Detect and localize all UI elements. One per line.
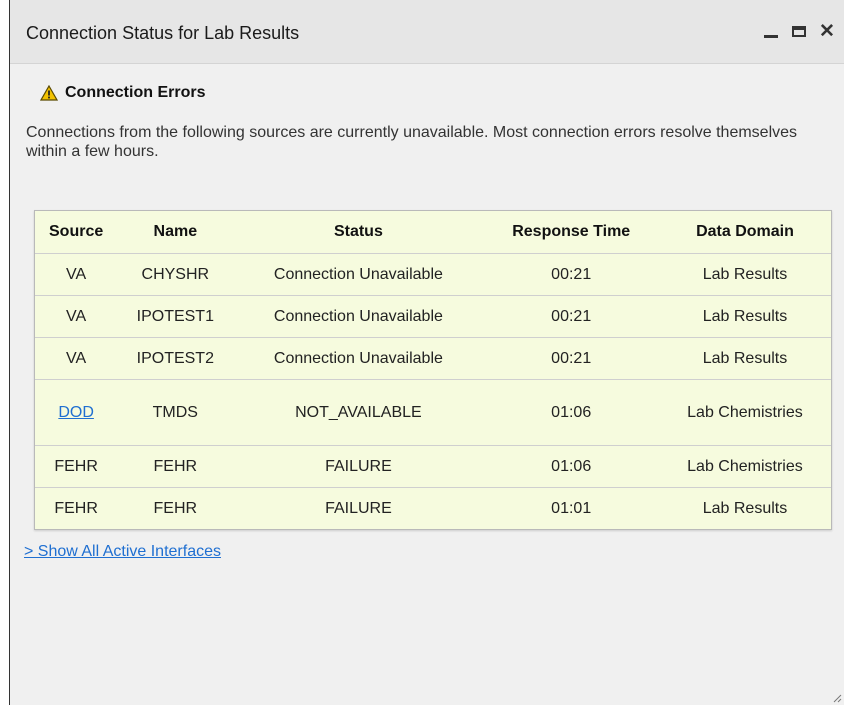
cell-source: VA (35, 337, 118, 380)
table-row: DOD TMDS NOT_AVAILABLE 01:06 Lab Chemist… (35, 379, 831, 446)
cell-name: CHYSHR (117, 253, 234, 296)
table-row: FEHR FEHR FAILURE 01:01 Lab Results (35, 487, 831, 529)
cell-source: FEHR (35, 487, 118, 529)
title-bar: Connection Status for Lab Results ✕ (10, 0, 844, 64)
cell-status: FAILURE (233, 487, 484, 529)
close-icon[interactable]: ✕ (816, 20, 838, 42)
section-heading-text: Connection Errors (65, 84, 206, 101)
show-all-interfaces-link[interactable]: > Show All Active Interfaces (24, 543, 221, 561)
resize-grip-icon[interactable] (832, 693, 842, 703)
col-name: Name (153, 223, 198, 240)
cell-name: TMDS (117, 379, 234, 446)
warning-icon (40, 85, 58, 101)
maximize-icon[interactable] (788, 20, 810, 42)
connection-errors-heading: Connection Errors (40, 84, 205, 102)
minimize-icon[interactable] (760, 20, 782, 42)
cell-data-domain: Lab Results (658, 487, 831, 529)
table-row: VA CHYSHR Connection Unavailable 00:21 L… (35, 253, 831, 296)
cell-response-time: 01:06 (483, 445, 659, 488)
cell-status: NOT_AVAILABLE (233, 379, 484, 446)
window-title: Connection Status for Lab Results (26, 23, 300, 43)
cell-name: FEHR (117, 445, 234, 488)
window-controls: ✕ (754, 20, 838, 42)
cell-response-time: 01:06 (483, 379, 659, 446)
cell-status: Connection Unavailable (233, 295, 484, 338)
table-row: FEHR FEHR FAILURE 01:06 Lab Chemistries (35, 445, 831, 488)
cell-response-time: 01:01 (483, 487, 659, 529)
cell-response-time: 00:21 (483, 253, 659, 296)
errors-description: Connections from the following sources a… (26, 124, 798, 160)
cell-source: FEHR (35, 445, 118, 488)
cell-source: VA (35, 295, 118, 338)
cell-source: VA (35, 253, 118, 296)
cell-data-domain: Lab Results (658, 337, 831, 380)
cell-response-time: 00:21 (483, 337, 659, 380)
table-row: VA IPOTEST1 Connection Unavailable 00:21… (35, 295, 831, 338)
table-header-row: Source Name Status Response Time Data Do… (35, 211, 831, 254)
cell-data-domain: Lab Results (658, 295, 831, 338)
col-data-domain: Data Domain (696, 223, 794, 240)
cell-data-domain: Lab Results (658, 253, 831, 296)
cell-name: FEHR (117, 487, 234, 529)
cell-status: Connection Unavailable (233, 253, 484, 296)
connection-errors-table: Source Name Status Response Time Data Do… (34, 210, 832, 530)
cell-data-domain: Lab Chemistries (658, 379, 831, 446)
cell-name: IPOTEST2 (117, 337, 234, 380)
col-status: Status (333, 223, 383, 240)
col-source: Source (49, 223, 104, 240)
cell-name: IPOTEST1 (117, 295, 234, 338)
cell-status: FAILURE (233, 445, 484, 488)
col-response-time: Response Time (512, 223, 631, 240)
table-row: VA IPOTEST2 Connection Unavailable 00:21… (35, 337, 831, 380)
cell-source: DOD (35, 379, 118, 446)
cell-data-domain: Lab Chemistries (658, 445, 831, 488)
cell-response-time: 00:21 (483, 295, 659, 338)
cell-status: Connection Unavailable (233, 337, 484, 380)
source-link-dod[interactable]: DOD (58, 404, 94, 421)
connection-status-window: Connection Status for Lab Results ✕ Conn… (9, 0, 844, 705)
